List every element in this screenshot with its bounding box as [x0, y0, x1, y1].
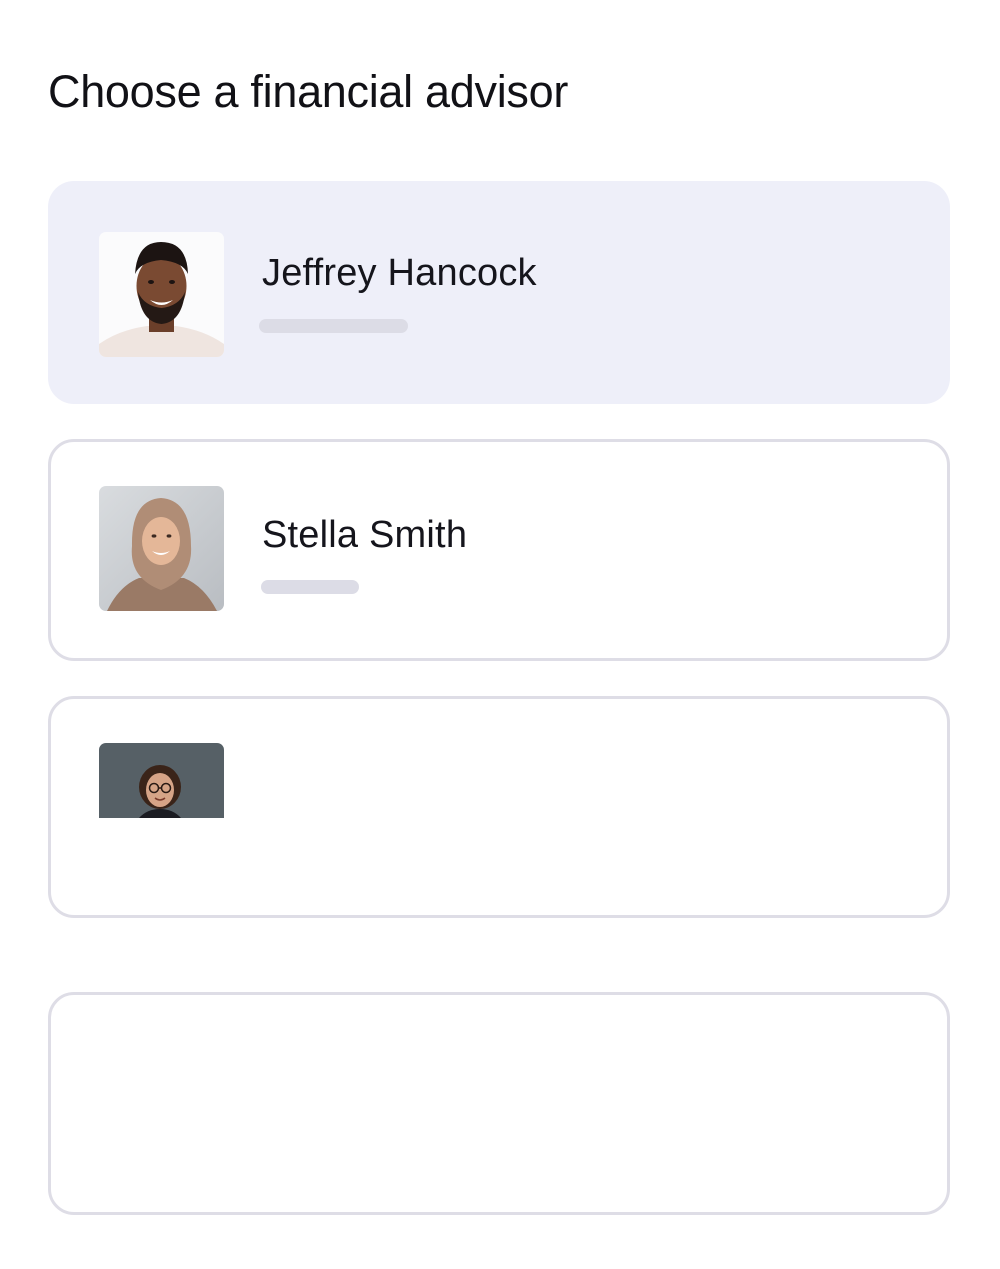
advisor-card-empty[interactable] [48, 992, 950, 1215]
advisor-photo-woman-glasses [99, 743, 224, 818]
advisor-photo-woman-hijab [99, 486, 224, 611]
advisor-card-stella-smith[interactable]: Stella Smith [48, 439, 950, 661]
advisor-card-loading[interactable] [48, 696, 950, 918]
page-title: Choose a financial advisor [48, 66, 569, 117]
advisor-card-jeffrey-hancock[interactable]: Jeffrey Hancock [48, 181, 950, 404]
loading-placeholder-bar [259, 319, 408, 333]
advisor-name: Jeffrey Hancock [262, 252, 537, 294]
advisor-name: Stella Smith [262, 514, 468, 556]
advisor-photo-man [99, 232, 224, 357]
loading-placeholder-bar [261, 580, 359, 594]
